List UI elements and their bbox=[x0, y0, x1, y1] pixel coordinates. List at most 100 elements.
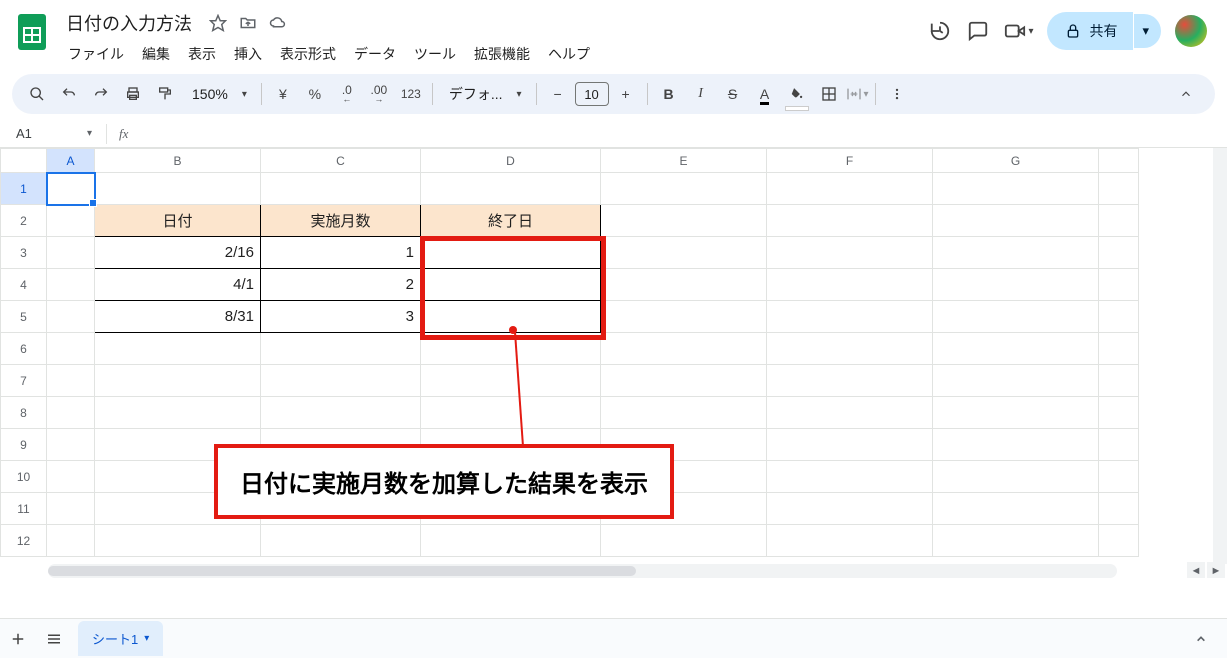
history-icon[interactable] bbox=[928, 19, 952, 43]
cell[interactable] bbox=[1099, 493, 1139, 525]
cell[interactable] bbox=[767, 525, 933, 557]
more-icon[interactable] bbox=[882, 79, 912, 109]
cell-B5[interactable]: 8/31 bbox=[95, 301, 261, 333]
font-select[interactable]: デフォ...▾ bbox=[439, 84, 530, 104]
cell[interactable] bbox=[1099, 365, 1139, 397]
cell[interactable] bbox=[1099, 333, 1139, 365]
cell[interactable] bbox=[767, 429, 933, 461]
cell[interactable] bbox=[421, 333, 601, 365]
cell[interactable] bbox=[47, 301, 95, 333]
cell[interactable] bbox=[1099, 269, 1139, 301]
cell[interactable] bbox=[1099, 525, 1139, 557]
text-color-icon[interactable]: A bbox=[750, 79, 780, 109]
cell[interactable] bbox=[767, 269, 933, 301]
meet-icon[interactable]: ▾ bbox=[1004, 19, 1033, 43]
cell[interactable] bbox=[601, 173, 767, 205]
row-header-8[interactable]: 8 bbox=[1, 397, 47, 429]
cell-A1[interactable] bbox=[47, 173, 95, 205]
cell[interactable] bbox=[601, 397, 767, 429]
cell[interactable] bbox=[47, 397, 95, 429]
formula-input[interactable] bbox=[134, 120, 1227, 147]
increase-decimal-icon[interactable]: .00→ bbox=[364, 79, 394, 109]
cell-D2[interactable]: 終了日 bbox=[421, 205, 601, 237]
cell[interactable] bbox=[767, 237, 933, 269]
paint-format-icon[interactable] bbox=[150, 79, 180, 109]
cell[interactable] bbox=[95, 173, 261, 205]
cell[interactable] bbox=[47, 269, 95, 301]
cell[interactable] bbox=[767, 333, 933, 365]
cell[interactable] bbox=[421, 525, 601, 557]
cell[interactable] bbox=[601, 269, 767, 301]
menu-tools[interactable]: ツール bbox=[406, 40, 464, 68]
cell[interactable] bbox=[1099, 461, 1139, 493]
merge-cells-icon[interactable]: ▾ bbox=[846, 79, 869, 109]
cell[interactable] bbox=[1099, 301, 1139, 333]
cell[interactable] bbox=[933, 461, 1099, 493]
cell[interactable] bbox=[933, 429, 1099, 461]
cell[interactable] bbox=[261, 525, 421, 557]
col-header-B[interactable]: B bbox=[95, 149, 261, 173]
cell[interactable] bbox=[601, 205, 767, 237]
redo-icon[interactable] bbox=[86, 79, 116, 109]
cell[interactable] bbox=[933, 493, 1099, 525]
menu-data[interactable]: データ bbox=[346, 40, 404, 68]
scroll-right-icon[interactable]: ► bbox=[1207, 562, 1225, 578]
cell[interactable] bbox=[1099, 205, 1139, 237]
horizontal-scrollbar[interactable] bbox=[48, 564, 1117, 578]
row-header-5[interactable]: 5 bbox=[1, 301, 47, 333]
cell[interactable] bbox=[95, 525, 261, 557]
share-dropdown[interactable]: ▾ bbox=[1134, 14, 1161, 48]
strikethrough-icon[interactable]: S bbox=[718, 79, 748, 109]
cell[interactable] bbox=[47, 461, 95, 493]
menu-extensions[interactable]: 拡張機能 bbox=[466, 40, 538, 68]
cell[interactable] bbox=[421, 173, 601, 205]
cell[interactable] bbox=[95, 365, 261, 397]
cell[interactable] bbox=[47, 525, 95, 557]
cell[interactable] bbox=[421, 397, 601, 429]
row-header-4[interactable]: 4 bbox=[1, 269, 47, 301]
cell[interactable] bbox=[933, 525, 1099, 557]
row-header-2[interactable]: 2 bbox=[1, 205, 47, 237]
cell[interactable] bbox=[933, 301, 1099, 333]
sheets-logo[interactable] bbox=[12, 8, 52, 56]
cell[interactable] bbox=[767, 397, 933, 429]
name-box[interactable]: A1 ▾ bbox=[8, 126, 100, 141]
menu-file[interactable]: ファイル bbox=[60, 40, 132, 68]
vertical-scrollbar[interactable] bbox=[1213, 148, 1227, 564]
row-header-3[interactable]: 3 bbox=[1, 237, 47, 269]
undo-icon[interactable] bbox=[54, 79, 84, 109]
col-header-E[interactable]: E bbox=[601, 149, 767, 173]
cell[interactable] bbox=[601, 301, 767, 333]
cell[interactable] bbox=[601, 525, 767, 557]
menu-insert[interactable]: 挿入 bbox=[226, 40, 270, 68]
cell-C5[interactable]: 3 bbox=[261, 301, 421, 333]
fill-color-icon[interactable] bbox=[782, 79, 812, 109]
bold-icon[interactable]: B bbox=[654, 79, 684, 109]
col-header-F[interactable]: F bbox=[767, 149, 933, 173]
col-header-D[interactable]: D bbox=[421, 149, 601, 173]
cell[interactable] bbox=[933, 237, 1099, 269]
cell-D4[interactable] bbox=[421, 269, 601, 301]
row-header-1[interactable]: 1 bbox=[1, 173, 47, 205]
col-header-extra[interactable] bbox=[1099, 149, 1139, 173]
cell-B3[interactable]: 2/16 bbox=[95, 237, 261, 269]
fontsize-input[interactable]: 10 bbox=[575, 82, 609, 106]
cell[interactable] bbox=[261, 333, 421, 365]
italic-icon[interactable]: I bbox=[686, 79, 716, 109]
col-header-G[interactable]: G bbox=[933, 149, 1099, 173]
currency-icon[interactable]: ¥ bbox=[268, 79, 298, 109]
cell[interactable] bbox=[933, 333, 1099, 365]
fontsize-decrease[interactable]: − bbox=[543, 79, 573, 109]
row-header-7[interactable]: 7 bbox=[1, 365, 47, 397]
menu-edit[interactable]: 編集 bbox=[134, 40, 178, 68]
cell[interactable] bbox=[601, 365, 767, 397]
menu-view[interactable]: 表示 bbox=[180, 40, 224, 68]
row-header-12[interactable]: 12 bbox=[1, 525, 47, 557]
cell[interactable] bbox=[1099, 173, 1139, 205]
cell-B2[interactable]: 日付 bbox=[95, 205, 261, 237]
cell[interactable] bbox=[47, 237, 95, 269]
sheet-tab-menu-icon[interactable]: ▾ bbox=[144, 633, 149, 644]
cell[interactable] bbox=[95, 397, 261, 429]
cell[interactable] bbox=[47, 333, 95, 365]
cell-D3[interactable] bbox=[421, 237, 601, 269]
